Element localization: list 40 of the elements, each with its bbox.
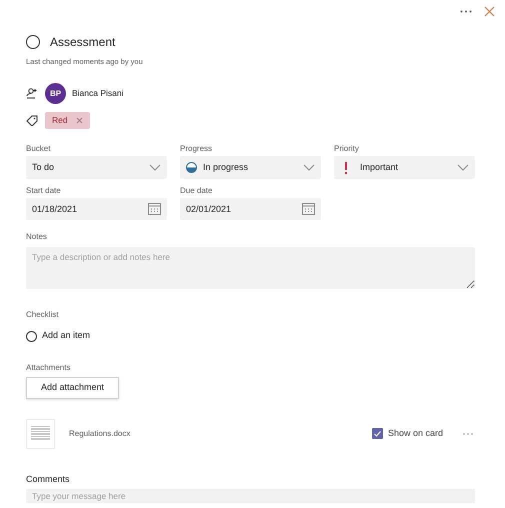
more-options-icon[interactable] xyxy=(463,432,473,435)
dropdown[interactable]: To do xyxy=(26,156,167,180)
field-label: Due date xyxy=(180,187,214,196)
field-label: Checklist xyxy=(26,311,60,320)
avatar: BP xyxy=(45,83,66,104)
half-filled-circle-icon xyxy=(186,162,197,174)
show-on-card-checkbox[interactable] xyxy=(372,428,383,440)
add-attachment-button[interactable]: Add attachment xyxy=(26,376,120,399)
label-tag[interactable]: Red xyxy=(45,112,90,130)
file-name[interactable]: Regulations.docx xyxy=(69,428,130,440)
task-title: Assessment xyxy=(50,34,116,51)
field-label: Start date xyxy=(26,187,62,196)
close-icon[interactable] xyxy=(484,6,495,17)
show-on-card-label: Show on card xyxy=(388,427,443,440)
comment-field[interactable]: Type your message here xyxy=(26,489,475,504)
add-item-text[interactable]: Add an item xyxy=(42,329,90,343)
notes-field[interactable]: Type a description or add notes here xyxy=(26,247,475,290)
comments-heading: Comments xyxy=(26,472,71,486)
dropdown[interactable]: In progress xyxy=(180,156,321,180)
document-thumbnail[interactable] xyxy=(26,418,55,449)
field-label: Bucket xyxy=(26,145,52,154)
tag-icon[interactable] xyxy=(26,115,38,126)
chevron-down-icon xyxy=(149,164,161,172)
calendar-icon xyxy=(302,203,315,216)
chevron-down-icon xyxy=(303,164,315,172)
field-label: Priority xyxy=(334,145,360,154)
dropdown[interactable]: Important xyxy=(334,156,475,180)
chevron-down-icon xyxy=(457,164,469,172)
field-label: Progress xyxy=(180,145,214,154)
field-label: Attachments xyxy=(26,364,72,372)
assignee-name: Bianca Pisani xyxy=(72,87,124,100)
checkmark-icon xyxy=(374,430,381,437)
field-label: Notes xyxy=(26,233,48,242)
date-field[interactable]: 02/01/2021 xyxy=(180,198,321,220)
more-options-icon[interactable] xyxy=(460,10,472,13)
date-field[interactable]: 01/18/2021 xyxy=(26,198,167,220)
assign-person-icon[interactable] xyxy=(26,88,38,100)
exclamation-icon xyxy=(344,162,348,174)
calendar-icon xyxy=(148,203,161,216)
complete-task-checkbox[interactable] xyxy=(26,35,40,49)
